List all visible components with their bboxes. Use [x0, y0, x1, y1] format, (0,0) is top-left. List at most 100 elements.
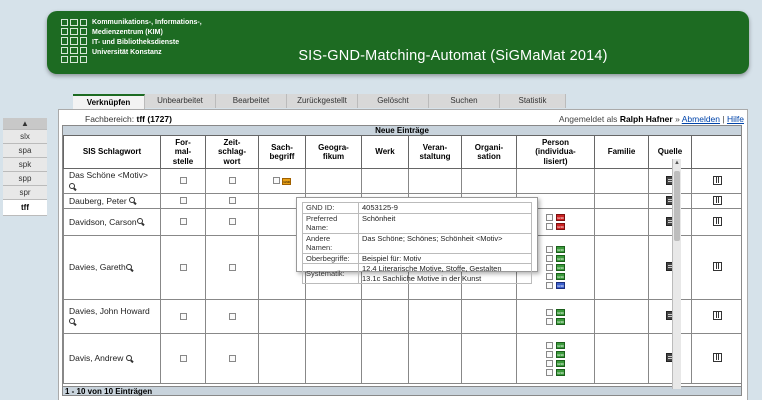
systematik-entry: 12.4 Literarische Motive, Stoffe, Gestal… [362, 264, 502, 273]
zeitschlagwort-cell [205, 299, 259, 334]
checkbox[interactable] [546, 350, 553, 358]
col-werk: Werk [361, 135, 409, 169]
checkbox[interactable] [272, 177, 280, 184]
search-icon[interactable] [69, 318, 77, 326]
empty-cell [361, 168, 409, 194]
institution-line: Medienzentrum (KIM) [92, 29, 163, 36]
gnd-match-icon[interactable]: GND [556, 359, 565, 367]
gnd-match-icon[interactable]: GND [556, 223, 565, 230]
search-icon[interactable] [125, 263, 134, 272]
gnd-match-icon[interactable]: GND [556, 246, 565, 253]
gnd-match-icon[interactable]: GND [556, 341, 565, 349]
institution-line: Kommunikations-, Informations-, [92, 19, 202, 26]
logout-link[interactable]: Abmelden [682, 114, 720, 124]
gnd-match-icon[interactable]: GND [556, 282, 565, 289]
table-row: Davis, Andrew GND GND GND GND [63, 333, 741, 384]
tab-suchen[interactable]: Suchen [429, 94, 500, 108]
checkbox[interactable] [546, 368, 553, 376]
systematik-label: Systematik: [302, 263, 359, 284]
checkbox[interactable] [179, 312, 187, 320]
help-link[interactable]: Hilfe [727, 114, 744, 124]
table-header-row: SIS Schlagwort For-mal-stelle Zeit-schla… [63, 135, 741, 169]
fachbereich-value: tff (1727) [136, 114, 172, 124]
col-familie: Familie [594, 135, 649, 169]
zeitschlagwort-cell [205, 333, 259, 384]
search-icon[interactable] [129, 197, 137, 205]
sidebar-item-spk[interactable]: spk [3, 158, 47, 172]
checkbox[interactable] [228, 197, 236, 204]
gnd-detail-row: Preferred Name: Schönheit [302, 212, 532, 234]
checkbox[interactable] [228, 263, 236, 271]
checkbox[interactable] [179, 354, 187, 362]
sidebar-item-spp[interactable]: spp [3, 172, 47, 186]
book-icon[interactable] [713, 216, 722, 226]
checkbox[interactable] [179, 177, 187, 184]
sidebar-item-spa[interactable]: spa [3, 144, 47, 158]
separator: | [722, 114, 725, 124]
search-icon[interactable] [136, 218, 145, 226]
checkbox[interactable] [228, 312, 236, 320]
gnd-match-icon[interactable]: GND [556, 273, 565, 280]
book-icon[interactable] [713, 195, 722, 205]
checkbox[interactable] [546, 341, 553, 349]
checkbox[interactable] [546, 317, 553, 325]
tab-geloescht[interactable]: Gelöscht [358, 94, 429, 108]
checkbox[interactable] [546, 359, 553, 367]
book-icon[interactable] [713, 353, 722, 362]
checkbox[interactable] [546, 308, 553, 316]
checkbox[interactable] [228, 177, 236, 184]
quelle-cell [648, 168, 692, 194]
gnd-id-label: GND ID: [302, 202, 359, 214]
tab-statistik[interactable]: Statistik [500, 94, 566, 108]
scroll-up-icon[interactable]: ▲ [673, 159, 681, 168]
gnd-detail-row: Systematik: 12.4 Literarische Motive, Sto… [302, 263, 532, 284]
other-names-label: Andere Namen: [302, 232, 359, 254]
checkbox[interactable] [179, 197, 187, 204]
sis-term: Davies, John Howard [69, 305, 150, 316]
vertical-scrollbar[interactable]: ▲ [672, 159, 681, 389]
search-icon[interactable] [69, 182, 77, 191]
checkbox[interactable] [546, 223, 553, 230]
col-sis-schlagwort[interactable]: SIS Schlagwort [63, 135, 161, 169]
sidebar-item-spr[interactable]: spr [3, 186, 47, 200]
gnd-match-icon[interactable]: GND [556, 308, 565, 316]
tab-zurueckgestellt[interactable]: Zurückgestellt [287, 94, 358, 108]
empty-cell [305, 299, 362, 334]
checkbox[interactable] [546, 214, 553, 221]
tab-verknuepfen[interactable]: Verknüpfen [73, 94, 145, 109]
gnd-match-icon[interactable]: GND [556, 214, 565, 221]
book-icon[interactable] [713, 175, 722, 185]
checkbox[interactable] [546, 282, 553, 289]
tab-unbearbeitet[interactable]: Unbearbeitet [145, 94, 216, 108]
gnd-match-icon[interactable]: GND [556, 255, 565, 262]
checkbox[interactable] [228, 218, 236, 225]
checkbox[interactable] [228, 354, 236, 362]
gnd-match-icon[interactable]: GND [556, 350, 565, 358]
actions-cell [691, 299, 741, 334]
search-icon[interactable] [125, 354, 134, 363]
sidebar-item-slx[interactable]: slx [3, 130, 47, 144]
actions-cell [691, 168, 741, 194]
gnd-match-icon[interactable]: GND [556, 368, 565, 376]
book-icon[interactable] [713, 262, 722, 271]
col-person: Person (individua-lisiert) [516, 135, 595, 169]
sidebar-item-tff[interactable]: tff [3, 200, 47, 216]
preferred-name-label: Preferred Name: [302, 212, 359, 234]
gnd-match-icon[interactable]: GND [556, 317, 565, 325]
scrollbar-thumb[interactable] [674, 171, 680, 241]
gnd-match-icon[interactable]: GND [556, 264, 565, 271]
checkbox[interactable] [546, 246, 553, 253]
book-icon[interactable] [713, 311, 722, 320]
checkbox[interactable] [546, 273, 553, 280]
col-sachbegriff: Sach-begriff [258, 135, 306, 169]
sidebar-toggle[interactable]: ▲ [3, 118, 47, 130]
zeitschlagwort-cell [205, 168, 259, 194]
sis-term-cell: Davies, John Howard [63, 299, 161, 334]
checkbox[interactable] [179, 218, 187, 225]
checkbox[interactable] [546, 255, 553, 262]
tab-bearbeitet[interactable]: Bearbeitet [216, 94, 287, 108]
sis-term-cell: Dauberg, Peter [63, 193, 161, 209]
gnd-match-icon[interactable]: GND [282, 178, 292, 186]
checkbox[interactable] [546, 264, 553, 271]
checkbox[interactable] [179, 263, 187, 271]
